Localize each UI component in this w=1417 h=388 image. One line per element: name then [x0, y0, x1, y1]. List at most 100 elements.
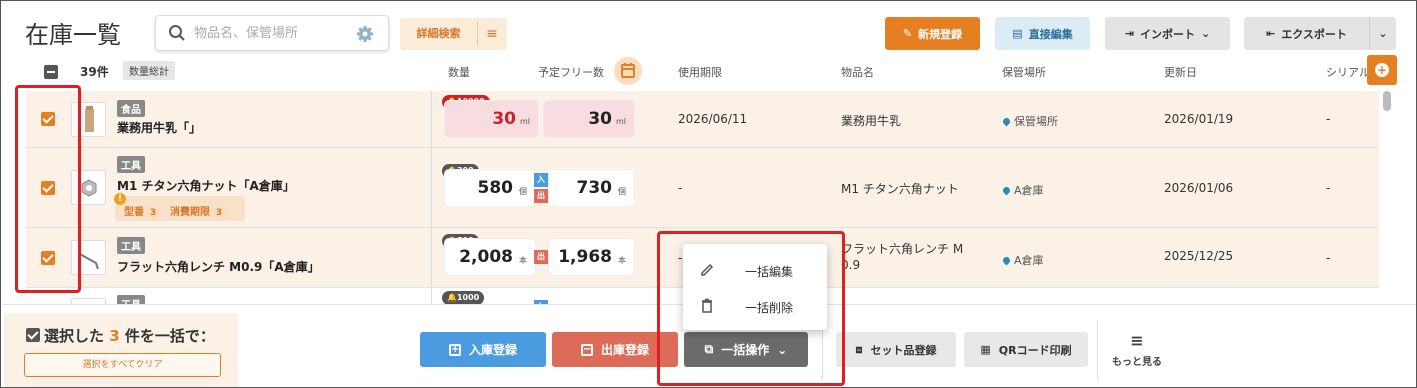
serial-value: - [1326, 112, 1331, 126]
col-expiry[interactable]: 使用期限 [678, 64, 722, 80]
col-item-name[interactable]: 物品名 [841, 64, 874, 80]
tag-model-count: 3 [146, 206, 160, 220]
col-location[interactable]: 保管場所 [1002, 64, 1046, 80]
col-updated[interactable]: 更新日 [1164, 64, 1197, 80]
free-qty-cell[interactable]: 730 個 [549, 170, 634, 206]
export-button[interactable]: ⇤ エクスポート [1244, 17, 1369, 50]
add-column-button[interactable] [1367, 55, 1397, 85]
updated-date: 2026/01/19 [1164, 112, 1234, 126]
select-all-checkbox[interactable] [44, 65, 58, 79]
free-qty-cell[interactable]: 1,968 本 [549, 239, 634, 275]
qty-value: 30 [492, 109, 516, 129]
calendar-button[interactable] [614, 57, 642, 85]
chevron-down-icon: ⌄ [777, 342, 788, 357]
advanced-search[interactable]: 詳細検索 ≡ [400, 18, 507, 50]
alert-value: 1000 [456, 293, 480, 302]
divider [431, 91, 432, 147]
item-title[interactable]: 業務用牛乳「」 [117, 119, 201, 136]
col-serial[interactable]: シリアル [1326, 64, 1370, 80]
new-register-label: 新規登録 [918, 27, 963, 41]
item-title[interactable]: フラット六角レンチ M0.9「A倉庫」 [117, 258, 320, 275]
more-button[interactable]: ≡ もっと見る [1108, 333, 1166, 369]
stock-out-label: 出庫登録 [600, 343, 649, 357]
location[interactable]: 保管場所 [1001, 113, 1058, 129]
scrollbar-track[interactable] [1382, 91, 1392, 296]
free-qty-cell[interactable]: 30 ml [544, 101, 634, 137]
expiry-date: 2026/06/11 [678, 112, 748, 126]
tag-expiry-count: 3 [212, 206, 226, 220]
divider [431, 228, 432, 287]
col-qty[interactable]: 数量 [448, 64, 470, 80]
direct-edit-label: 直接編集 [1028, 27, 1073, 41]
qty-cell[interactable]: 30 ml [445, 101, 538, 137]
qty-unit: 本 [519, 256, 527, 265]
search-icon [169, 25, 185, 41]
stock-in-marker[interactable]: 入 [534, 173, 548, 187]
minus-icon: − [580, 343, 593, 356]
location-label: A倉庫 [1014, 254, 1044, 267]
stock-out-marker[interactable]: 出 [534, 189, 548, 203]
qty-cell[interactable]: 2,008 本 [445, 239, 535, 275]
bulk-operations-button[interactable]: ⧉ 一括操作 ⌄ [684, 332, 808, 367]
bell-icon: 🔔 [447, 293, 457, 302]
menu-item-bulk-edit[interactable]: 一括編集 [683, 252, 827, 288]
stock-in-label: 入庫登録 [468, 343, 517, 357]
row-checkbox[interactable] [41, 112, 55, 126]
qr-print-button[interactable]: ▦ QRコード印刷 [964, 332, 1088, 367]
divider [1097, 320, 1098, 380]
updated-date: 2025/12/25 [1164, 249, 1234, 263]
item-thumbnail[interactable] [71, 102, 106, 137]
scrollbar-thumb[interactable] [1383, 91, 1391, 111]
item-thumbnail[interactable] [71, 240, 106, 275]
menu-icon[interactable]: ≡ [477, 18, 507, 50]
stock-out-button[interactable]: − 出庫登録 [552, 332, 678, 367]
set-register-label: セット品登録 [870, 343, 937, 357]
location[interactable]: A倉庫 [1001, 252, 1044, 268]
qty-cell[interactable]: 580 個 [445, 170, 535, 206]
item-name-line1: フラット六角レンチ M [841, 242, 964, 256]
item-title[interactable]: M1 チタン六角ナット「A倉庫」 [117, 177, 295, 194]
import-button[interactable]: ⇥ インポート ⌄ [1105, 17, 1230, 50]
col-free-qty[interactable]: 予定フリー数 [538, 64, 604, 80]
free-qty-value: 1,968 [558, 247, 612, 267]
layers-icon: ⧉ [704, 342, 714, 356]
bulk-delete-label: 一括削除 [745, 301, 794, 315]
tag-expiry[interactable]: 消費期限 3 [170, 203, 226, 220]
selection-prefix: 選択した [44, 327, 105, 345]
location-pin-icon [1001, 255, 1012, 266]
bulk-actions-menu: 一括編集 一括削除 [683, 244, 827, 330]
search-box[interactable] [155, 15, 389, 51]
serial-value: - [1326, 181, 1331, 195]
new-register-button[interactable]: ✎ 新規登録 [885, 17, 980, 50]
gear-icon[interactable] [356, 25, 374, 43]
page-title: 在庫一覧 [25, 21, 121, 49]
pencil-icon [701, 263, 714, 276]
calendar-icon [621, 63, 635, 78]
advanced-search-button[interactable]: 詳細検索 [400, 18, 477, 50]
row-checkbox[interactable] [41, 251, 55, 265]
stock-in-button[interactable]: + 入庫登録 [420, 332, 546, 367]
row-checkbox[interactable] [41, 181, 55, 195]
qty-total-button[interactable]: 数量総計 [123, 61, 175, 80]
location-pin-icon [1001, 185, 1012, 196]
location[interactable]: A倉庫 [1001, 182, 1044, 198]
menu-item-bulk-delete[interactable]: 一括削除 [683, 288, 827, 324]
set-register-button[interactable]: ⧈ セット品登録 [836, 332, 956, 367]
export-dropdown-button[interactable]: ⌄ [1369, 17, 1396, 50]
tag-model[interactable]: 型番 3 [124, 203, 160, 220]
wand-icon: ✎ [902, 27, 913, 40]
trash-icon [702, 298, 712, 313]
selection-count: 3 [109, 327, 120, 345]
search-input[interactable] [194, 23, 344, 43]
item-thumbnail[interactable] [71, 170, 106, 205]
direct-edit-button[interactable]: ▤ 直接編集 [995, 17, 1090, 50]
clear-selection-button[interactable]: 選択をすべてクリア [24, 353, 221, 377]
table-row[interactable]: 工具 M1 チタン六角ナット「A倉庫」 ! 型番3 消費期限3 🔔300 580… [26, 148, 1379, 228]
category-badge: 工具 [117, 156, 145, 173]
category-badge: 工具 [117, 237, 145, 254]
item-name: M1 チタン六角ナット [841, 182, 959, 196]
bulk-operations-label: 一括操作 [721, 343, 770, 357]
stock-out-marker[interactable]: 出 [534, 250, 548, 264]
table-row[interactable]: 食品 業務用牛乳「」 🔔10000 30 ml 30 ml 2026/06/11… [26, 91, 1379, 148]
more-label: もっと見る [1112, 357, 1162, 368]
